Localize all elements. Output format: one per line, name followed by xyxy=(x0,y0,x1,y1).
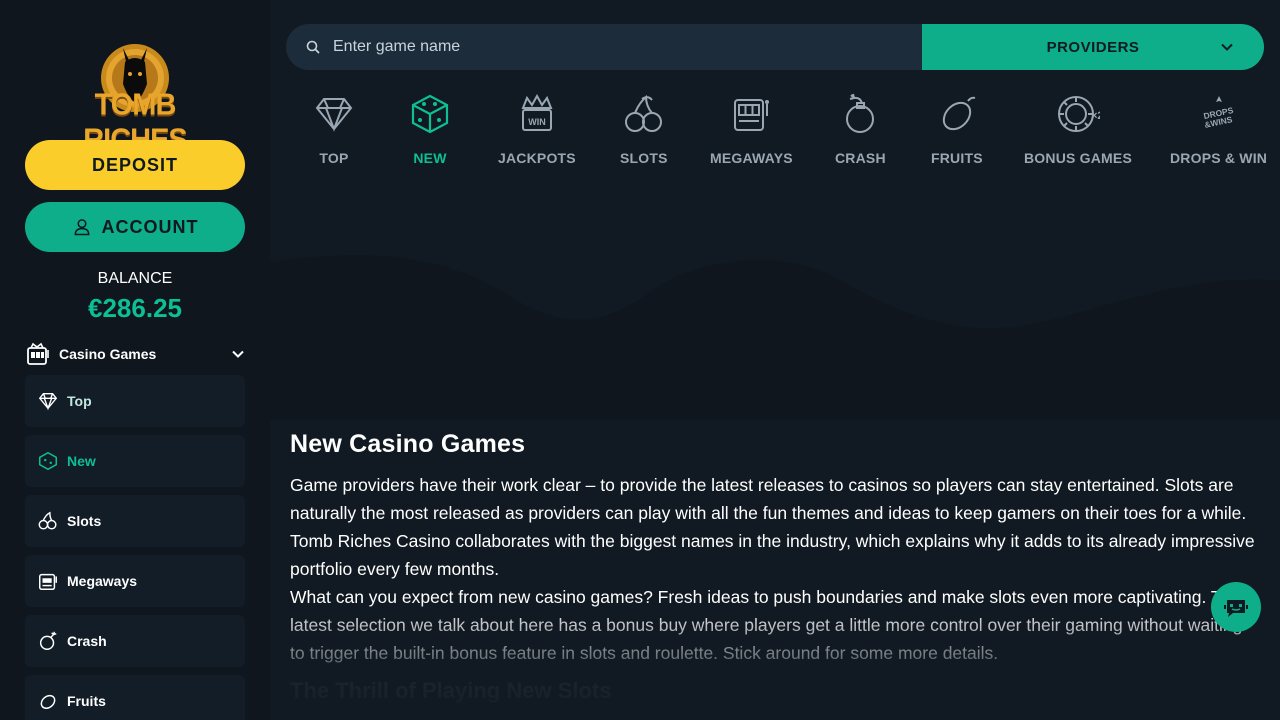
section-title: Casino Games xyxy=(59,346,157,362)
article-paragraph-2: What can you expect from new casino game… xyxy=(290,587,1243,663)
sidebar-item-new[interactable]: New xyxy=(25,435,245,487)
sidebar-item-label: Top xyxy=(67,393,92,409)
seo-article: New Casino Games Game providers have the… xyxy=(290,430,1260,667)
diamond-icon xyxy=(315,98,353,132)
account-button[interactable]: ACCOUNT xyxy=(25,202,245,252)
bonus-chip-icon: ×2 xyxy=(1058,96,1100,132)
chevron-down-icon xyxy=(1221,43,1233,51)
deposit-label: DEPOSIT xyxy=(91,154,178,175)
search-icon xyxy=(306,40,320,54)
tab-jackpots[interactable]: WIN JACKPOTS xyxy=(498,92,576,166)
tab-new[interactable]: NEW xyxy=(408,92,452,166)
article-next-heading: The Thrill of Playing New Slots xyxy=(290,678,612,703)
tab-bonus-games[interactable]: ×2 BONUS GAMES xyxy=(1024,92,1132,166)
user-icon xyxy=(74,219,89,236)
slot-machine-icon xyxy=(39,573,57,590)
article-paragraph-1: Game providers have their work clear – t… xyxy=(290,475,1255,579)
sidebar: TOMB RICHES DEPOSIT ACCOUNT BALANCE €286… xyxy=(0,0,270,720)
tab-fruits[interactable]: FRUITS xyxy=(931,92,983,166)
lemon-icon xyxy=(942,96,976,131)
sidebar-item-megaways[interactable]: Megaways xyxy=(25,555,245,607)
tab-label: CRASH xyxy=(835,150,886,166)
slot-machine-icon xyxy=(734,99,770,131)
sidebar-item-label: Fruits xyxy=(67,693,106,709)
tab-drops-and-win[interactable]: DROPS &WINS DROPS & WIN xyxy=(1170,92,1267,166)
tab-top[interactable]: TOP xyxy=(312,92,356,166)
balance-label: BALANCE xyxy=(97,270,173,287)
search-field-wrapper[interactable] xyxy=(286,24,922,70)
dice-icon xyxy=(411,94,449,134)
tab-crash[interactable]: CRASH xyxy=(835,92,886,166)
tab-label: TOP xyxy=(319,150,349,166)
slot-machine-icon xyxy=(27,342,49,365)
tomb-riches-logo[interactable]: TOMB RICHES xyxy=(55,40,215,157)
sidebar-item-top[interactable]: Top xyxy=(25,375,245,427)
svg-text:WIN: WIN xyxy=(528,117,546,127)
bomb-icon xyxy=(39,631,57,650)
deposit-button[interactable]: DEPOSIT xyxy=(25,140,245,190)
cherries-icon xyxy=(624,94,662,132)
casino-games-section-toggle[interactable]: Casino Games xyxy=(25,340,245,368)
game-search-bar: PROVIDERS xyxy=(286,24,1264,70)
search-input[interactable] xyxy=(333,38,893,56)
cherries-icon xyxy=(38,511,57,530)
svg-text:×2: ×2 xyxy=(1091,110,1100,122)
live-chat-button[interactable] xyxy=(1211,582,1261,632)
dice-icon xyxy=(39,451,57,471)
chevron-down-icon xyxy=(232,350,244,358)
tab-label: FRUITS xyxy=(931,150,983,166)
tab-label: SLOTS xyxy=(620,150,668,166)
drops-wins-icon: DROPS&WINS xyxy=(1202,96,1234,130)
tab-label: JACKPOTS xyxy=(498,150,576,166)
providers-label: PROVIDERS xyxy=(1046,38,1140,56)
tab-label: BONUS GAMES xyxy=(1024,150,1132,166)
sidebar-item-fruits[interactable]: Fruits xyxy=(25,675,245,720)
article-title: New Casino Games xyxy=(290,430,526,458)
providers-dropdown[interactable]: PROVIDERS xyxy=(922,24,1264,70)
sidebar-item-label: Crash xyxy=(67,633,107,649)
balance-value: €286.25 xyxy=(88,293,182,323)
bomb-icon xyxy=(846,93,875,133)
jackpot-crown-icon: WIN xyxy=(521,93,553,131)
sidebar-item-label: Slots xyxy=(67,513,102,529)
banner-wave-divider xyxy=(270,255,1280,420)
tab-label: NEW xyxy=(413,150,447,166)
diamond-icon xyxy=(38,392,58,411)
account-label: ACCOUNT xyxy=(101,216,199,237)
tab-megaways[interactable]: MEGAWAYS xyxy=(710,92,793,166)
lemon-icon xyxy=(40,694,56,709)
chat-bot-icon xyxy=(1224,600,1248,617)
tab-slots[interactable]: SLOTS xyxy=(620,92,668,166)
sidebar-item-slots[interactable]: Slots xyxy=(25,495,245,547)
sidebar-item-crash[interactable]: Crash xyxy=(25,615,245,667)
sidebar-item-label: New xyxy=(67,453,96,469)
tab-label: MEGAWAYS xyxy=(710,150,793,166)
sidebar-item-label: Megaways xyxy=(67,573,138,589)
tab-label: DROPS & WIN xyxy=(1170,150,1268,166)
